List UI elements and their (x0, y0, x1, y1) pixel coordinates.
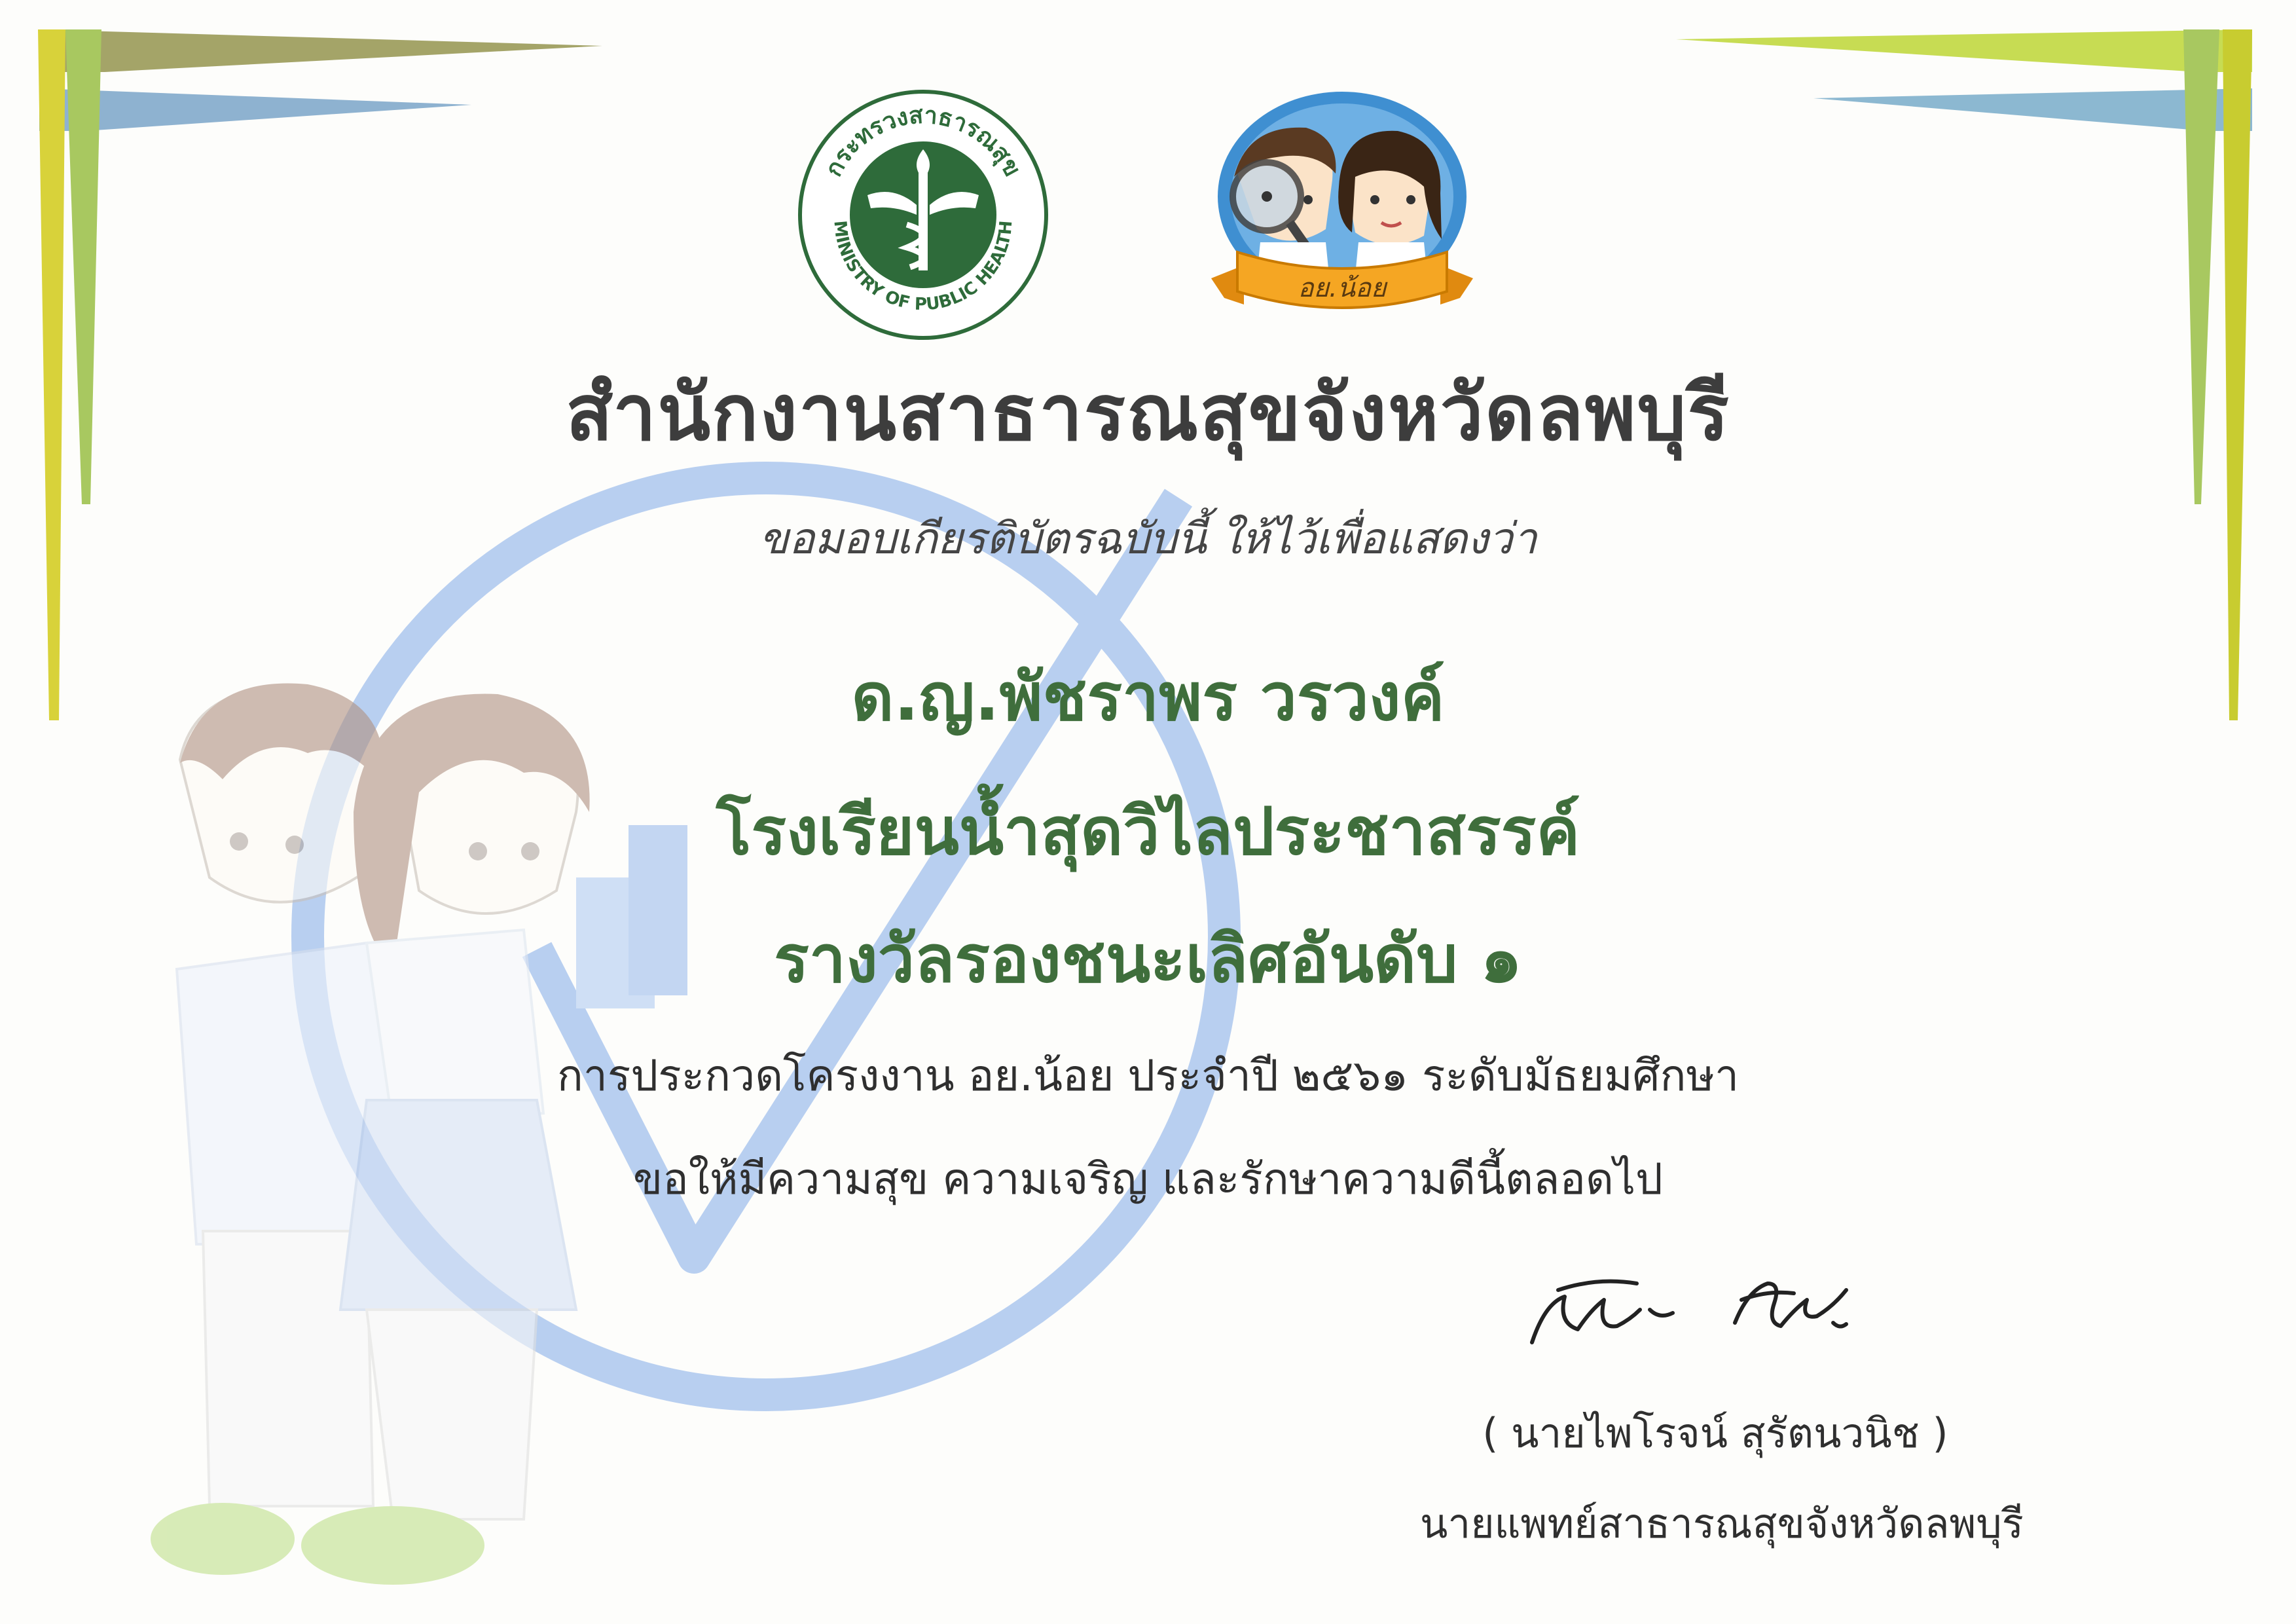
wish-line: ขอให้มีความสุข ความเจริญ และรักษาความดีน… (633, 1154, 1663, 1204)
oryor-noi-logo: อย.น้อย (1211, 92, 1473, 309)
certificate-title: สำนักงานสาธารณสุขจังหวัดลพบุรี (566, 367, 1730, 458)
school-name: โรงเรียนน้ำสุดวิไลประชาสรรค์ (716, 793, 1580, 870)
moph-seal-logo: กระทรวงสาธารณสุข MINISTRY OF PUBLIC HEAL… (798, 90, 1048, 340)
signer-name: ( นายไพโรจน์ สุรัตนวนิช ) (1482, 1409, 1948, 1457)
award-title: รางวัลรองชนะเลิศอันดับ ๑ (774, 921, 1522, 997)
oryor-banner-text: อย.น้อย (1298, 273, 1389, 303)
signature-graphic (1530, 1279, 1848, 1344)
certificate-subtitle: ขอมอบเกียรติบัตรฉบับนี้ ให้ไว้เพื่อแสดงว… (759, 513, 1537, 564)
recipient-name: ด.ญ.พัชราพร วรวงค์ (851, 659, 1445, 735)
signer-title: นายแพทย์สาธารณสุขจังหวัดลพบุรี (1420, 1500, 2024, 1547)
contest-description: การประกวดโครงงาน อย.น้อย ประจำปี ๒๕๖๑ ระ… (556, 1050, 1740, 1101)
